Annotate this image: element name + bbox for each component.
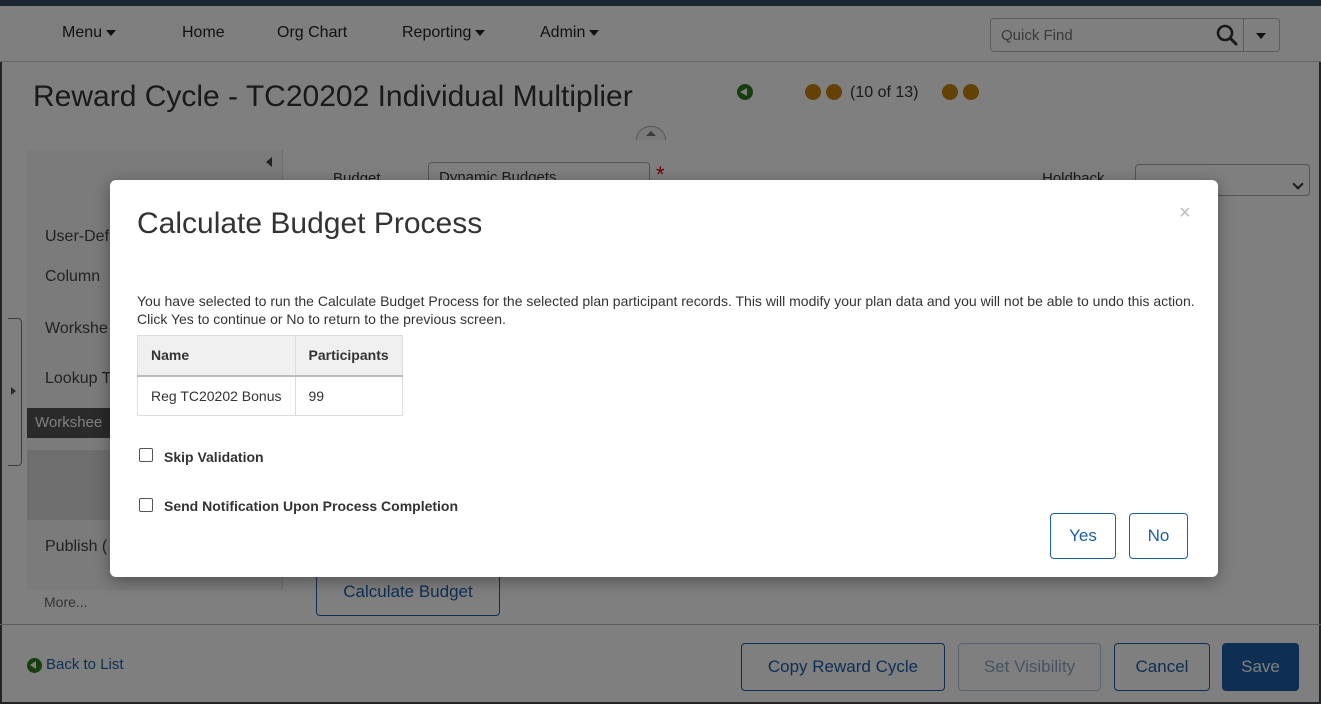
column-header-name: Name [137,335,296,377]
skip-validation-label[interactable]: Skip Validation [164,449,264,465]
dialog-message: You have selected to run the Calculate B… [137,293,1195,327]
no-button[interactable]: No [1129,513,1188,559]
dialog-title: Calculate Budget Process [137,207,483,240]
calculate-budget-dialog: Calculate Budget Process × You have sele… [110,180,1218,577]
table-cell-name: Reg TC20202 Bonus [137,375,296,416]
table-row: Reg TC20202 Bonus 99 [137,375,403,416]
skip-validation-checkbox[interactable] [139,448,153,462]
yes-button[interactable]: Yes [1050,513,1116,559]
table-cell-participants: 99 [294,375,403,416]
participants-table: Name Participants Reg TC20202 Bonus 99 [137,335,403,416]
close-icon[interactable]: × [1179,202,1191,225]
send-notification-checkbox[interactable] [139,498,153,512]
send-notification-label[interactable]: Send Notification Upon Process Completio… [164,498,458,514]
column-header-participants: Participants [294,335,403,377]
